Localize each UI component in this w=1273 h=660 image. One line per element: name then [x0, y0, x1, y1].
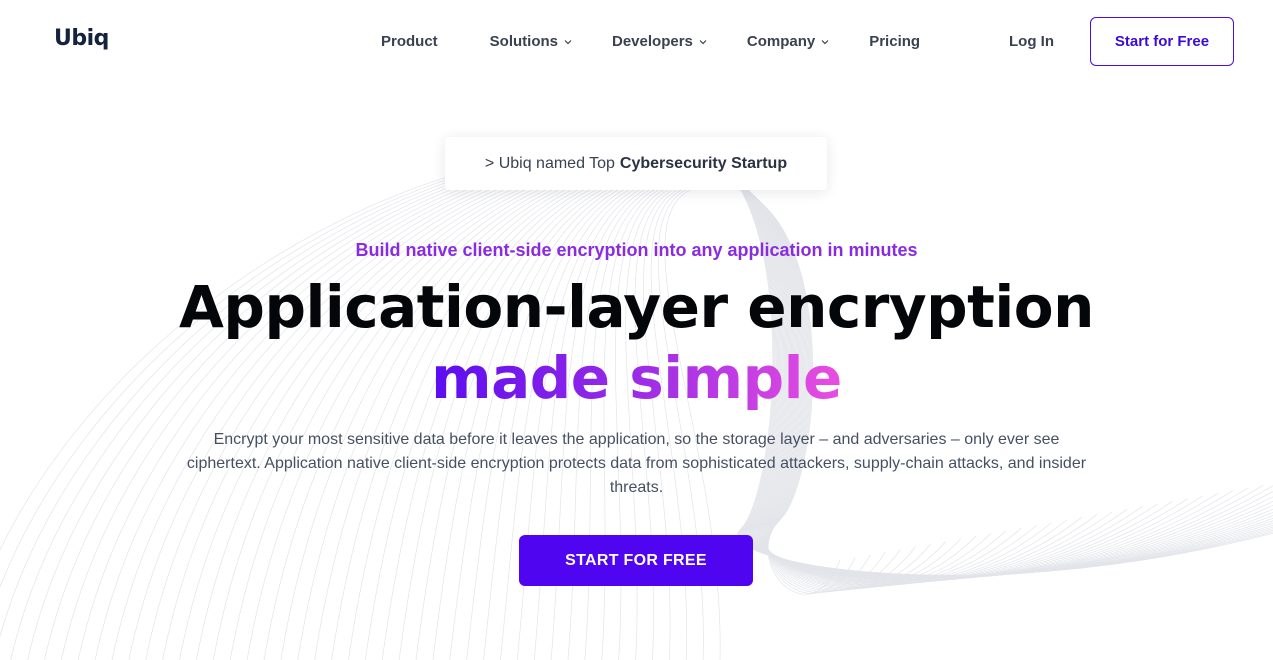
hero-description: Encrypt your most sensitive data before …: [186, 431, 1087, 496]
nav-item-pricing[interactable]: Pricing: [869, 33, 920, 50]
log-in-link[interactable]: Log In: [1009, 33, 1054, 50]
nav-item-label: Solutions: [489, 33, 558, 50]
landing-page: Ubiq Product Solutions Developers Compan…: [0, 0, 1273, 660]
start-for-free-cta-button[interactable]: START FOR FREE: [519, 535, 753, 586]
nav-item-label: Developers: [612, 33, 693, 50]
hero-headline-highlight: made simple: [0, 342, 1273, 414]
announcement-pill[interactable]: > Ubiq named Top Cybersecurity Startup: [445, 137, 827, 190]
hero-headline-gradient-text: made simple: [431, 344, 842, 412]
chevron-down-icon: [821, 39, 829, 44]
main-nav: Product Solutions Developers Company Pri…: [381, 33, 920, 50]
nav-item-label: Product: [381, 33, 438, 50]
hero-eyebrow: Build native client-side encryption into…: [355, 240, 918, 260]
site-header: Ubiq Product Solutions Developers Compan…: [0, 0, 1273, 84]
nav-item-company[interactable]: Company: [747, 33, 829, 50]
start-for-free-button[interactable]: Start for Free: [1090, 17, 1234, 66]
chevron-down-icon: [699, 39, 707, 44]
nav-item-product[interactable]: Product: [381, 33, 438, 50]
ubiq-logo[interactable]: Ubiq: [54, 26, 109, 51]
nav-item-solutions[interactable]: Solutions: [490, 33, 572, 50]
announcement-prefix: > Ubiq named Top: [484, 154, 615, 172]
announcement-highlight: Cybersecurity Startup: [619, 154, 788, 172]
nav-item-label: Pricing: [869, 33, 921, 50]
hero-headline: Application-layer encryption: [179, 273, 1094, 341]
chevron-down-icon: [564, 39, 572, 44]
nav-item-label: Company: [746, 33, 816, 50]
nav-item-developers[interactable]: Developers: [612, 33, 707, 50]
